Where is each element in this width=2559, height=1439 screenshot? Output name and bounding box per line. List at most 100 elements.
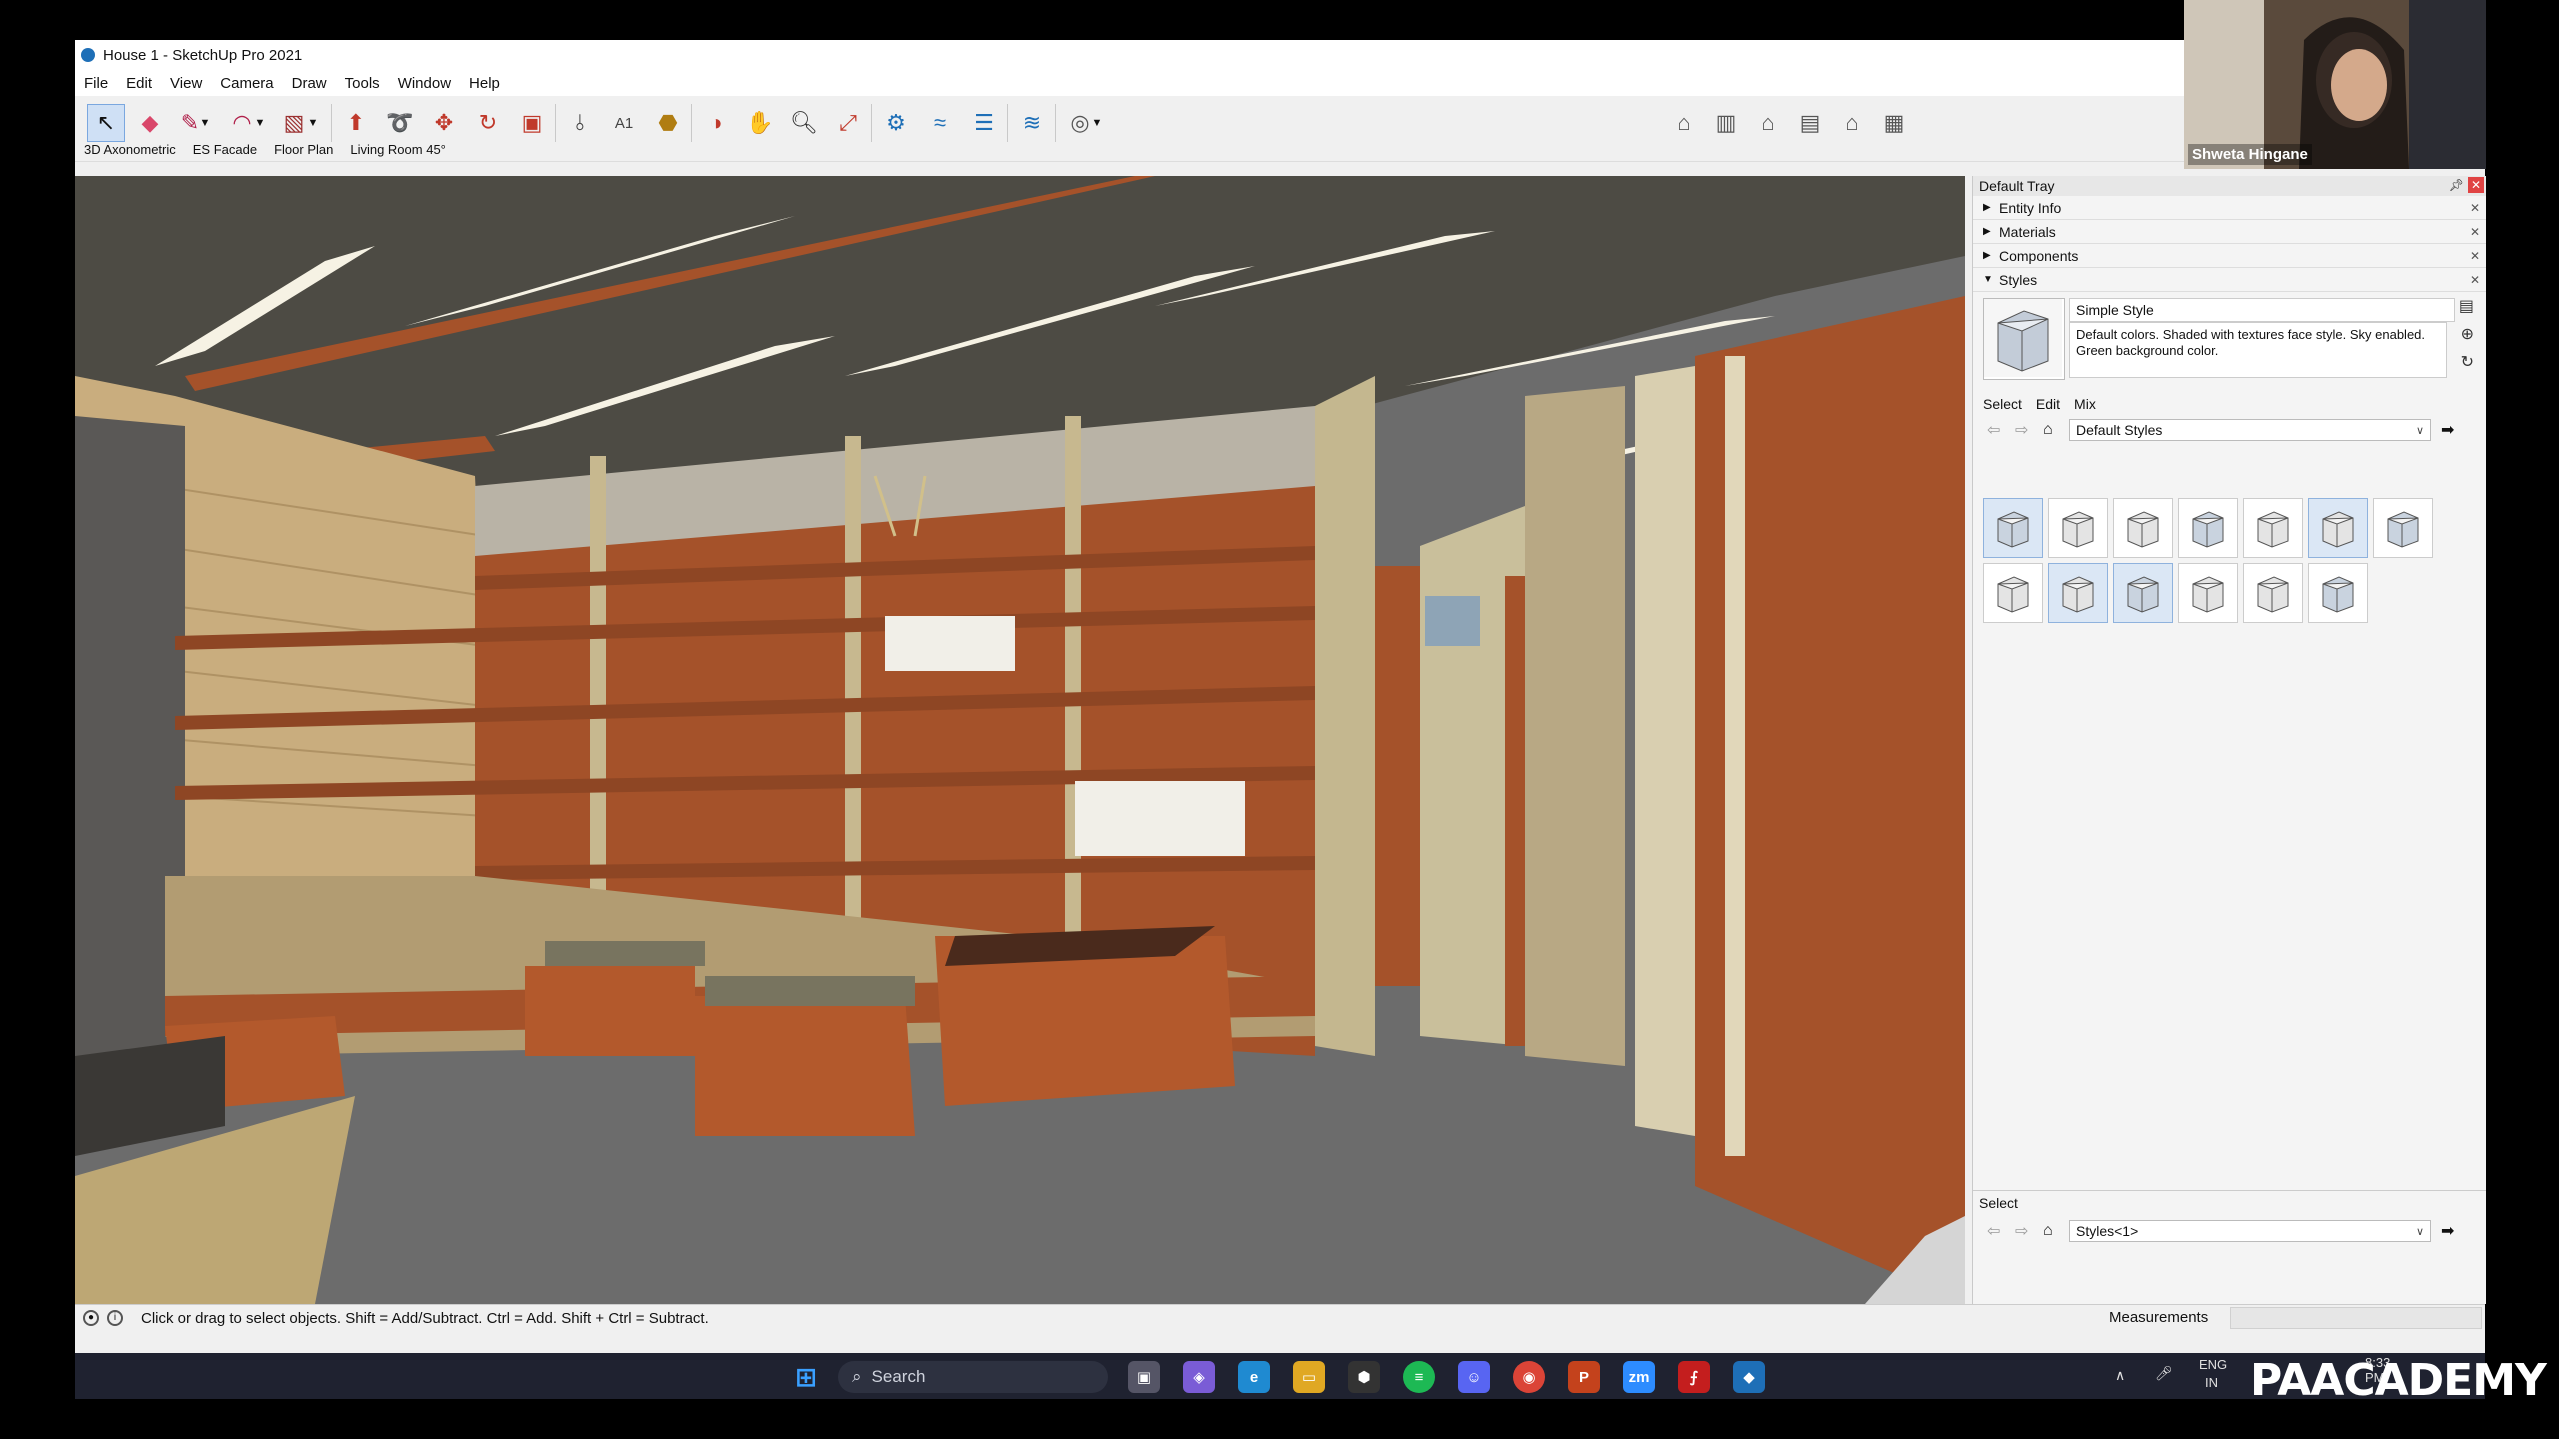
style-swatch[interactable]: [2113, 563, 2173, 623]
edge-icon[interactable]: e: [1238, 1361, 1270, 1393]
update-style-icon[interactable]: ↻: [2461, 352, 2474, 372]
measurements-input[interactable]: [2230, 1307, 2482, 1329]
text-icon[interactable]: A1: [605, 104, 643, 142]
pan-icon[interactable]: ✋: [741, 104, 779, 142]
language-indicator[interactable]: ENG: [2199, 1357, 2227, 1372]
style-swatch[interactable]: [2178, 498, 2238, 558]
scene-tab-living-room[interactable]: Living Room 45°: [341, 142, 454, 160]
panel-close-icon[interactable]: ✕: [2470, 273, 2480, 287]
menu-help[interactable]: Help: [460, 75, 509, 92]
top-view-icon[interactable]: ▥: [1707, 104, 1745, 142]
arc-dropdown-icon[interactable]: ▼: [250, 104, 270, 142]
menu-edit[interactable]: Edit: [117, 75, 161, 92]
right-view-icon[interactable]: ▤: [1791, 104, 1829, 142]
acrobat-icon[interactable]: ⨍: [1678, 1361, 1710, 1393]
microphone-icon[interactable]: 🎤︎: [2155, 1365, 2173, 1382]
tab-select[interactable]: Select: [1983, 396, 2036, 414]
discord-icon[interactable]: ☺: [1458, 1361, 1490, 1393]
style-swatch[interactable]: [2243, 563, 2303, 623]
style-swatch[interactable]: [2308, 498, 2368, 558]
scene-tab-floor-plan[interactable]: Floor Plan: [265, 142, 341, 160]
menu-window[interactable]: Window: [389, 75, 460, 92]
details-arrow-icon[interactable]: ➡: [2441, 420, 2454, 440]
app-icon[interactable]: ⬢: [1348, 1361, 1380, 1393]
powerpoint-icon[interactable]: P: [1568, 1361, 1600, 1393]
left-view-icon[interactable]: ▦: [1875, 104, 1913, 142]
back-arrow-icon[interactable]: ⇦: [1987, 1221, 2015, 1241]
geo-location-icon[interactable]: ●: [83, 1310, 99, 1326]
menu-draw[interactable]: Draw: [283, 75, 336, 92]
rectangle-dropdown-icon[interactable]: ▼: [303, 104, 323, 142]
style-description-field[interactable]: Default colors. Shaded with textures fac…: [2069, 322, 2447, 378]
style-name-field[interactable]: Simple Style: [2069, 298, 2455, 322]
file-explorer-icon[interactable]: ▭: [1293, 1361, 1325, 1393]
info-icon[interactable]: i: [107, 1310, 123, 1326]
warehouse-icon[interactable]: ⚙: [877, 104, 915, 142]
scale-icon[interactable]: ▣: [513, 104, 551, 142]
layers-icon[interactable]: ☰: [965, 104, 1003, 142]
panel-entity-info[interactable]: ▶ Entity Info ✕: [1973, 196, 2486, 220]
display-secondary-pane-icon[interactable]: ▤: [2459, 296, 2474, 316]
extension-icon[interactable]: ≈: [921, 104, 959, 142]
scene-tab-es-facade[interactable]: ES Facade: [184, 142, 265, 160]
collection-dropdown[interactable]: Default Styles ∨: [2069, 419, 2431, 441]
panel-materials[interactable]: ▶ Materials ✕: [1973, 220, 2486, 244]
home-icon[interactable]: ⌂: [2043, 1222, 2069, 1240]
create-style-icon[interactable]: ⊕: [2461, 324, 2474, 344]
tab-edit[interactable]: Edit: [2036, 396, 2074, 414]
rotate-icon[interactable]: ↻: [469, 104, 507, 142]
style-swatch[interactable]: [2048, 498, 2108, 558]
follow-me-icon[interactable]: ➰: [381, 104, 419, 142]
move-icon[interactable]: ✥: [425, 104, 463, 142]
sandbox-icon[interactable]: ≋: [1013, 104, 1051, 142]
panel-close-icon[interactable]: ✕: [2470, 249, 2480, 263]
copilot-icon[interactable]: ◈: [1183, 1361, 1215, 1393]
forward-arrow-icon[interactable]: ⇨: [2015, 1221, 2043, 1241]
style-swatch[interactable]: [2178, 563, 2238, 623]
sketchup-icon[interactable]: ◆: [1733, 1361, 1765, 1393]
spotify-icon[interactable]: ≡: [1403, 1361, 1435, 1393]
forward-arrow-icon[interactable]: ⇨: [2015, 420, 2043, 440]
tray-close-icon[interactable]: ✕: [2468, 177, 2484, 193]
style-swatch[interactable]: [1983, 563, 2043, 623]
orbit-icon[interactable]: ◑: [697, 104, 735, 142]
paint-bucket-icon[interactable]: ⬣: [649, 104, 687, 142]
style-swatch[interactable]: [1983, 498, 2043, 558]
task-view-icon[interactable]: ▣: [1128, 1361, 1160, 1393]
panel-components[interactable]: ▶ Components ✕: [1973, 244, 2486, 268]
select-icon[interactable]: ↖: [87, 104, 125, 142]
push-pull-icon[interactable]: ⬆: [337, 104, 375, 142]
style-swatch[interactable]: [2243, 498, 2303, 558]
pin-icon[interactable]: 📌︎: [2449, 178, 2464, 192]
pencil-dropdown-icon[interactable]: ▼: [195, 104, 215, 142]
back-arrow-icon[interactable]: ⇦: [1987, 420, 2015, 440]
tape-measure-icon[interactable]: ⫰: [561, 104, 599, 142]
chevron-up-icon[interactable]: ∧: [2115, 1367, 2125, 1384]
chrome-icon[interactable]: ◉: [1513, 1361, 1545, 1393]
back-view-icon[interactable]: ⌂: [1833, 104, 1871, 142]
style-swatch[interactable]: [2308, 563, 2368, 623]
zoom-icon[interactable]: 🔍︎: [785, 104, 823, 142]
front-view-icon[interactable]: ⌂: [1749, 104, 1787, 142]
taskbar-search[interactable]: ⌕ Search: [838, 1361, 1108, 1393]
style-swatch[interactable]: [2113, 498, 2173, 558]
tab-mix[interactable]: Mix: [2074, 396, 2110, 414]
scene-tab-axonometric[interactable]: 3D Axonometric: [75, 142, 184, 160]
zoom-app-icon[interactable]: zm: [1623, 1361, 1655, 1393]
menu-file[interactable]: File: [75, 75, 117, 92]
style-swatch[interactable]: [2048, 563, 2108, 623]
style-swatch[interactable]: [2373, 498, 2433, 558]
menu-tools[interactable]: Tools: [336, 75, 389, 92]
account-dropdown-icon[interactable]: ▼: [1087, 104, 1107, 142]
zoom-extents-icon[interactable]: ⤢: [829, 104, 867, 142]
menu-camera[interactable]: Camera: [211, 75, 282, 92]
panel-styles[interactable]: ▼ Styles ✕: [1973, 268, 2486, 292]
menu-view[interactable]: View: [161, 75, 211, 92]
panel-close-icon[interactable]: ✕: [2470, 225, 2480, 239]
home-icon[interactable]: ⌂: [2043, 421, 2069, 439]
eraser-icon[interactable]: ◆: [131, 104, 169, 142]
details-arrow-icon[interactable]: ➡: [2441, 1221, 2454, 1241]
panel-close-icon[interactable]: ✕: [2470, 201, 2480, 215]
windows-start-icon[interactable]: ⊞: [790, 1361, 822, 1393]
model-viewport[interactable]: [75, 176, 1965, 1304]
